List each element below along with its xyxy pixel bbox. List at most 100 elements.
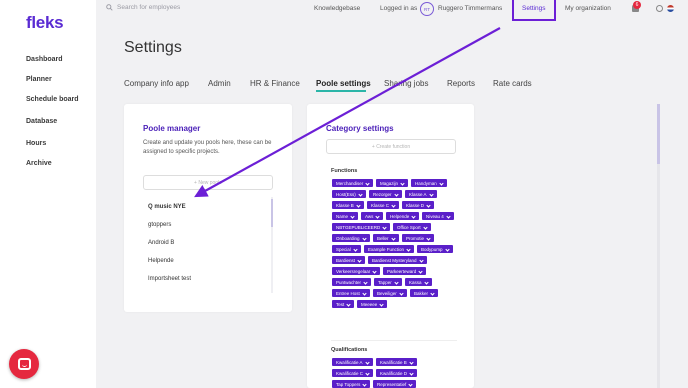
category-tag[interactable]: Kassa (405, 278, 432, 286)
edit-pencil-icon[interactable] (382, 224, 387, 230)
category-tag[interactable]: Example Function (364, 245, 415, 253)
category-tag[interactable]: Entree Host (332, 289, 370, 297)
edit-pencil-icon[interactable] (439, 180, 444, 186)
edit-pencil-icon[interactable] (409, 370, 414, 376)
edit-pencil-icon[interactable] (364, 359, 370, 365)
edit-pencil-icon[interactable] (356, 202, 361, 208)
edit-pencil-icon[interactable] (353, 246, 358, 252)
new-poole-button[interactable]: + New poole (143, 175, 273, 190)
edit-pencil-icon[interactable] (390, 235, 396, 241)
edit-pencil-icon[interactable] (365, 370, 370, 376)
edit-pencil-icon[interactable] (363, 279, 368, 285)
edit-pencil-icon[interactable] (423, 224, 428, 230)
sidebar-item-hours[interactable]: Hours (26, 140, 46, 147)
edit-pencil-icon[interactable] (444, 246, 450, 252)
edit-pencil-icon[interactable] (409, 359, 414, 365)
clock-icon[interactable] (656, 5, 663, 12)
category-tag[interactable]: Aws (361, 212, 384, 220)
category-tag[interactable]: Klasse A (405, 190, 437, 198)
tab-reports[interactable]: Reports (447, 79, 475, 88)
poole-item[interactable]: Helpende (148, 258, 174, 264)
edit-pencil-icon[interactable] (379, 301, 384, 307)
edit-pencil-icon[interactable] (418, 268, 423, 274)
poole-item[interactable]: gtoppers (148, 222, 171, 228)
create-function-button[interactable]: + Create function (326, 139, 456, 154)
category-tag[interactable]: Tapper (374, 278, 402, 286)
sidebar-item-archive[interactable]: Archive (26, 160, 52, 167)
category-tag[interactable]: Promotie (402, 234, 435, 242)
edit-pencil-icon[interactable] (411, 213, 416, 219)
category-tag[interactable]: Representatief (373, 380, 417, 388)
category-tag[interactable]: Helpende (386, 212, 420, 220)
category-tag[interactable]: Beller (373, 234, 399, 242)
edit-pencil-icon[interactable] (426, 235, 431, 241)
category-tag[interactable]: Kwalificatie B (376, 358, 417, 366)
category-tag[interactable]: Host(Ess) (332, 190, 366, 198)
category-tag[interactable]: Handyman (411, 179, 447, 187)
sidebar-item-schedule-board[interactable]: Schedule board (26, 96, 79, 103)
sidebar-item-dashboard[interactable]: Dashboard (26, 56, 63, 63)
edit-pencil-icon[interactable] (399, 290, 404, 296)
category-tag[interactable]: Name (332, 212, 359, 220)
edit-pencil-icon[interactable] (426, 202, 431, 208)
poole-item[interactable]: Android B (148, 240, 174, 246)
edit-pencil-icon[interactable] (375, 213, 381, 219)
category-tag[interactable]: Niveau 4 (422, 212, 454, 220)
poole-item[interactable]: Q music NYE (148, 204, 186, 210)
edit-pencil-icon[interactable] (357, 257, 362, 263)
category-tag[interactable]: Bodypump (417, 245, 453, 253)
category-tag[interactable]: Test (332, 300, 355, 308)
edit-pencil-icon[interactable] (350, 213, 355, 219)
category-tag[interactable]: Special (332, 245, 361, 253)
edit-pencil-icon[interactable] (394, 279, 399, 285)
avatar[interactable]: RT (420, 2, 434, 16)
my-organization-link[interactable]: My organization (565, 5, 611, 12)
tab-rate-cards[interactable]: Rate cards (493, 79, 532, 88)
category-tag[interactable]: Onboarding (332, 234, 370, 242)
category-tag[interactable]: Bardienst Mysteryland (368, 256, 427, 264)
knowledgebase-link[interactable]: Knowledgebase (314, 5, 360, 12)
edit-pencil-icon[interactable] (346, 301, 351, 307)
category-tag[interactable]: Klasse D (402, 201, 435, 209)
edit-pencil-icon[interactable] (408, 381, 413, 387)
edit-pencil-icon[interactable] (446, 213, 451, 219)
category-tag[interactable]: Tap Toppers (332, 380, 371, 388)
chat-button[interactable] (9, 349, 39, 379)
category-tag[interactable]: Merchandiser (332, 179, 374, 187)
search-bar[interactable]: Search for employees (106, 4, 180, 11)
category-tag[interactable]: NBTGEPUBLICEERD (332, 223, 391, 231)
category-tag[interactable]: Office Sport (393, 223, 431, 231)
edit-pencil-icon[interactable] (400, 180, 405, 186)
edit-pencil-icon[interactable] (406, 246, 411, 252)
category-tag[interactable]: Rezorger (369, 190, 402, 198)
user-name[interactable]: Ruggero Timmermans (438, 5, 502, 12)
category-tag[interactable]: Meeeee (357, 300, 388, 308)
category-tag[interactable]: Magazijn (376, 179, 409, 187)
edit-pencil-icon[interactable] (358, 191, 363, 197)
edit-pencil-icon[interactable] (362, 290, 367, 296)
edit-pencil-icon[interactable] (418, 257, 424, 263)
edit-pencil-icon[interactable] (393, 191, 399, 197)
poole-list-scroll-thumb[interactable] (271, 199, 273, 227)
tab-poole-settings[interactable]: Poole settings (316, 79, 371, 88)
tab-sharing-jobs[interactable]: Sharing jobs (384, 79, 428, 88)
category-tag[interactable]: Bakker (410, 289, 439, 297)
tab-hr-finance[interactable]: HR & Finance (250, 79, 300, 88)
edit-pencil-icon[interactable] (372, 268, 377, 274)
edit-pencil-icon[interactable] (430, 290, 435, 296)
category-tag[interactable]: Kwalificatie A (332, 358, 373, 366)
edit-pencil-icon[interactable] (365, 180, 370, 186)
edit-pencil-icon[interactable] (423, 279, 429, 285)
sidebar-item-database[interactable]: Database (26, 118, 57, 125)
category-tag[interactable]: Bardienst (332, 256, 366, 264)
category-tag[interactable]: Kwalificatie C (332, 369, 374, 377)
fleks-logo[interactable]: fleks (26, 13, 64, 33)
edit-pencil-icon[interactable] (361, 235, 367, 241)
language-flag-icon[interactable] (667, 5, 674, 12)
category-tag[interactable]: Parkeerteward (383, 267, 427, 275)
settings-link[interactable]: Settings (522, 5, 546, 12)
edit-pencil-icon[interactable] (428, 191, 434, 197)
edit-pencil-icon[interactable] (362, 381, 368, 387)
category-tag[interactable]: Klasse C (367, 201, 400, 209)
sidebar-item-planner[interactable]: Planner (26, 76, 52, 83)
